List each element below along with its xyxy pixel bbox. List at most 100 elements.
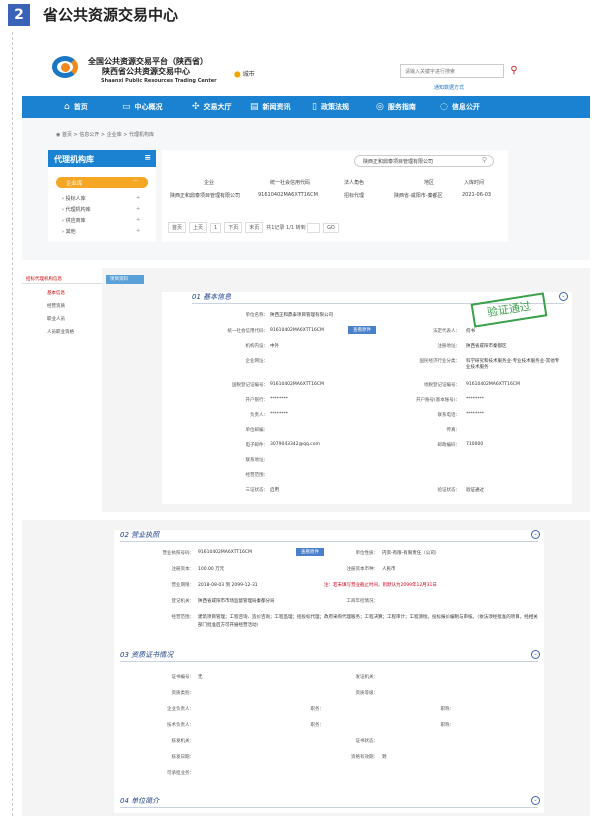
field-value: 何书 — [466, 329, 475, 334]
pager-next[interactable]: 下页 — [224, 222, 243, 233]
field-label: 证书状态： — [355, 739, 379, 744]
detail-nav-qualification[interactable]: 经营资质 — [47, 303, 65, 309]
field-label: 职称： — [440, 707, 455, 712]
collapse-icon[interactable]: ⌄ — [531, 650, 540, 659]
field-value: 到 — [382, 755, 387, 760]
pager: 首页 上页 1 下页 末页 共1记录 1/1 转到 GO — [168, 222, 342, 233]
row-date: 2021-06-03 — [462, 192, 492, 198]
nav-guide[interactable]: ◎ 服务指南 — [376, 96, 416, 118]
pager-go-button[interactable]: GO — [323, 223, 339, 233]
handshake-icon: ✣ — [192, 102, 200, 112]
field-label: 资质类别： — [171, 691, 195, 696]
field-label: 联系地址： — [245, 458, 269, 463]
main-nav: ⌂ 首页 ▭ 中心概况 ✣ 交易大厅 ▤ 新闻资讯 ▯ 政策法规 ◎ 服务指南 ◌ 信息公开 — [22, 96, 590, 118]
field-label: 注册资本币种： — [346, 567, 379, 572]
field-label: 资质等级： — [355, 691, 379, 696]
section-title: 省公共资源交易中心 — [43, 6, 179, 24]
field-label: 经营范围： — [171, 615, 195, 620]
field-value: 2018-08-03 到 2099-12-31 — [198, 583, 258, 588]
field-label: 可承担业务： — [167, 771, 194, 776]
field-label: 营业执照号码： — [162, 551, 195, 556]
nav-news[interactable]: ▤ 新闻资讯 — [250, 96, 291, 118]
field-label: 营业期限： — [171, 583, 195, 588]
nav-policy[interactable]: ▯ 政策法规 — [312, 96, 349, 118]
pager-last[interactable]: 末页 — [245, 222, 264, 233]
site-search-input[interactable]: 请输入关键字进行搜索 — [400, 64, 504, 78]
field-label: 证书编号： — [171, 675, 195, 680]
home-icon: ⌂ — [64, 102, 70, 112]
field-label: 机构内设： — [245, 344, 269, 349]
field-label: 联系电话： — [437, 413, 461, 418]
section-qual-title: 03 资质证书情况 — [120, 651, 174, 659]
sidebar-item-enterprise[interactable]: 企业库 — — [56, 177, 148, 188]
nav-disclosure[interactable]: ◌ 信息公开 — [440, 96, 480, 118]
pager-prev[interactable]: 上页 — [189, 222, 208, 233]
detail-nav-staff-cert[interactable]: 人员职业资格 — [47, 329, 74, 335]
detail-nav-staff[interactable]: 职业人员 — [47, 316, 65, 322]
field-value: 3079043342@qq.com — [270, 442, 320, 447]
sidebar-item-other[interactable]: › 其他 + — [62, 228, 140, 235]
field-label: 职务： — [310, 723, 325, 728]
pager-count: 共1记录 — [266, 225, 285, 231]
col-date: 入库时间 — [464, 180, 485, 186]
field-label: 工商年检情况： — [346, 599, 379, 604]
field-value: ******** — [270, 397, 288, 402]
field-label: 职务： — [310, 707, 325, 712]
nav-trade-hall[interactable]: ✣ 交易大厅 — [192, 96, 232, 118]
row-credit-code: 91610402MA6XTT16CM — [258, 192, 318, 198]
pager-goto-input[interactable] — [307, 223, 321, 233]
field-label: 三证状态： — [245, 488, 269, 493]
field-label: 单位性质： — [355, 551, 379, 556]
monitor-icon: ▭ — [122, 102, 131, 112]
location-pin-icon: ⬤ — [234, 71, 241, 78]
field-label: 技术负责人： — [167, 723, 194, 728]
section-basic-title: 01 基本信息 — [192, 293, 232, 301]
pager-ratio: 1/1 — [286, 225, 295, 231]
pager-first[interactable]: 首页 — [168, 222, 187, 233]
sidebar-item-agents[interactable]: › 代理机构库 + — [62, 206, 140, 213]
row-enterprise[interactable]: 陕西正和鼎泰项目管理有限公司 — [170, 192, 240, 199]
compass-icon: ◎ — [376, 102, 384, 112]
company-search-input[interactable]: 陕西正和鼎泰项目管理有限公司 ⚲ — [354, 155, 494, 167]
sidebar-item-suppliers[interactable]: › 供应商库 + — [62, 217, 140, 224]
nav-home[interactable]: ⌂ 首页 — [64, 96, 88, 118]
field-label: 传真： — [446, 428, 461, 433]
collapse-icon[interactable]: ⌄ — [531, 530, 540, 539]
book-icon: ▯ — [312, 102, 317, 112]
sidebar-item-bidders[interactable]: › 投标人库 + — [62, 195, 140, 202]
field-value: 人民币 — [382, 567, 396, 572]
field-value: 建筑项目管理；工程咨询、造价咨询；工程监理；招投标代理；政府采购代理服务；工程决… — [198, 615, 538, 628]
pager-goto-label: 转到 — [295, 225, 306, 231]
detail-sidebar: 招标代理机构信息 基本信息 经营资质 职业人员 人员职业资格 — [22, 268, 102, 512]
detail-nav-basic[interactable]: 基本信息 — [47, 290, 65, 296]
field-label: 国民经济行业分类： — [419, 359, 461, 364]
field-label: 单位名称： — [245, 313, 269, 318]
field-label: 开户银行： — [245, 398, 269, 403]
field-value: 陕西省咸阳市秦都区 — [466, 344, 507, 349]
field-label: 登记机关： — [171, 599, 195, 604]
subscribe-link[interactable]: 通知数据方式 — [434, 84, 464, 91]
field-value: 陕西省咸阳市市场监督管理局秦都分局 — [198, 599, 275, 604]
collapse-icon[interactable]: ⌄ — [531, 796, 540, 805]
collapse-icon[interactable]: ⌄ — [559, 292, 568, 301]
field-value: ******** — [466, 397, 484, 402]
city-selector[interactable]: ⬤ 城市 — [234, 69, 255, 78]
pager-current[interactable]: 1 — [210, 223, 222, 233]
field-label: 注册地址： — [437, 344, 461, 349]
field-label: 验证状态： — [437, 488, 461, 493]
qual-header: 03 资质证书情况 ⌄ — [114, 650, 544, 662]
dashed-guide — [12, 32, 13, 816]
divider — [120, 541, 538, 542]
nav-center[interactable]: ▭ 中心概况 — [122, 96, 163, 118]
field-value: 100.00 万元 — [198, 567, 225, 572]
field-label: 企业网址： — [245, 359, 269, 364]
field-value: 中外 — [270, 344, 279, 349]
field-label: 电子邮件： — [245, 443, 269, 448]
sidebar-title: 代理机构库 ≡ — [48, 150, 156, 167]
sidebar: 代理机构库 ≡ 企业库 — › 投标人库 + › 代理机构库 + › 供应商库 + › 其… — [48, 150, 156, 242]
view-original-button[interactable]: 查看原件 — [348, 326, 376, 334]
search-icon[interactable]: ⚲ — [506, 63, 522, 79]
tab-project-docs[interactable]: 项目资料 — [106, 275, 144, 284]
field-label: 职称： — [440, 723, 455, 728]
row-role: 招标代理 — [344, 193, 365, 199]
